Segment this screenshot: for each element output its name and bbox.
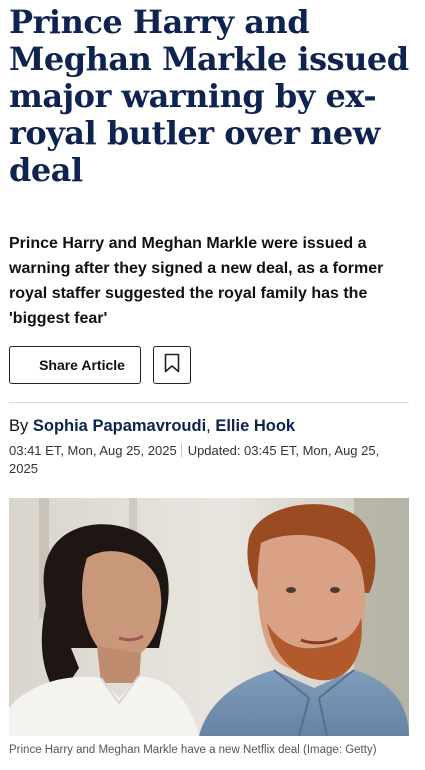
bookmark-icon — [164, 353, 180, 378]
article-dates: 03:41 ET, Mon, Aug 25, 2025 Updated: 03:4… — [9, 442, 409, 478]
author-link[interactable]: Sophia Papamavroudi — [33, 417, 206, 435]
published-timestamp: 03:41 ET, Mon, Aug 25, 2025 — [9, 443, 177, 458]
byline-divider — [9, 402, 409, 403]
image-caption: Prince Harry and Meghan Markle have a ne… — [9, 744, 377, 756]
article-hero-image — [9, 498, 409, 736]
bookmark-button[interactable] — [153, 346, 191, 384]
date-separator — [180, 443, 182, 457]
byline: By Sophia Papamavroudi, Ellie Hook — [9, 415, 295, 437]
article-standfirst: Prince Harry and Meghan Markle were issu… — [9, 235, 384, 327]
byline-prefix: By — [9, 417, 29, 435]
share-article-label: Share Article — [39, 357, 125, 373]
author-separator: , — [206, 417, 211, 435]
share-article-button[interactable]: Share Article — [9, 346, 141, 384]
author-link[interactable]: Ellie Hook — [215, 417, 295, 435]
article-headline: Prince Harry and Meghan Markle issued ma… — [9, 3, 409, 189]
article-page: Prince Harry and Meghan Markle issued ma… — [0, 0, 425, 770]
